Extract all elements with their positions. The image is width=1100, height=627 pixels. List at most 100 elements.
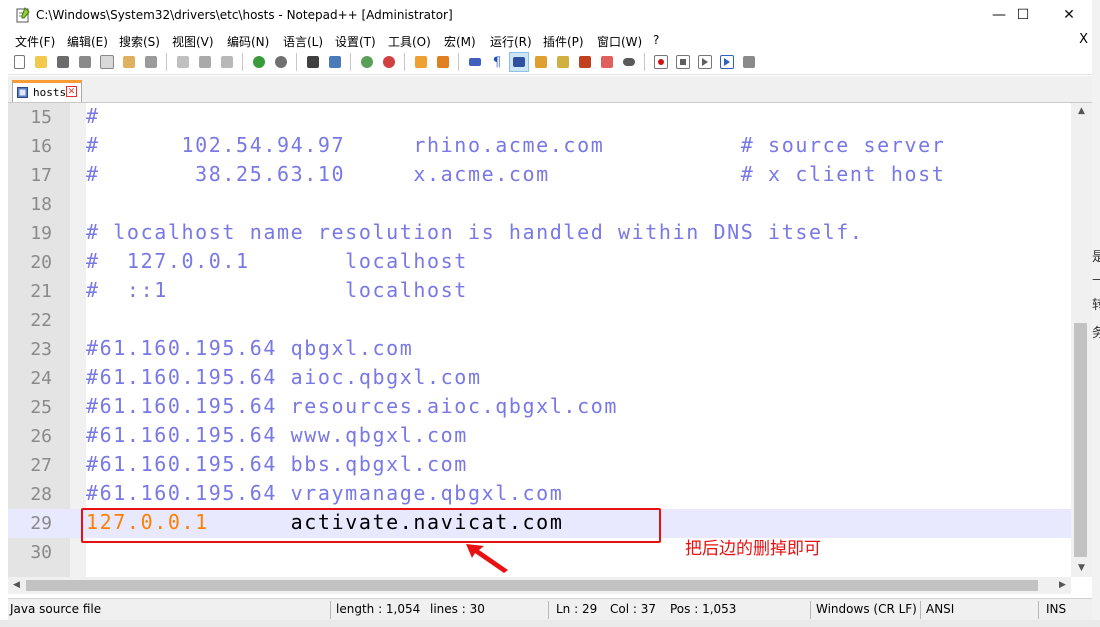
status-lines: lines : 30 [430, 602, 485, 616]
editor-line[interactable]: 26 #61.160.195.64 www.qbgxl.com [8, 422, 1071, 451]
close-document-button[interactable]: X [1079, 32, 1088, 47]
scroll-up-icon[interactable]: ▲ [1071, 103, 1092, 120]
toolbar-separator [296, 53, 297, 71]
zoom-out-icon[interactable] [380, 53, 398, 71]
menu-window[interactable]: 窗口(W) [597, 33, 642, 50]
tab-hosts[interactable]: hosts ✕ [12, 80, 82, 102]
line-number: 21 [30, 281, 52, 302]
save-macro-icon[interactable] [740, 53, 758, 71]
editor-line[interactable]: 28 #61.160.195.64 vraymanage.qbgxl.com [8, 480, 1071, 509]
print-icon[interactable] [142, 53, 160, 71]
redo-icon[interactable] [272, 53, 290, 71]
annotation-note: 把后边的删掉即可 [685, 539, 821, 559]
udl-icon[interactable] [532, 53, 550, 71]
line-number: 22 [30, 310, 52, 331]
line-text: #61.160.195.64 qbgxl.com [86, 336, 414, 360]
vertical-scroll-thumb[interactable] [1074, 323, 1087, 557]
editor-line[interactable]: 16 # 102.54.94.97 rhino.acme.com # source… [8, 132, 1071, 161]
menu-tools[interactable]: 工具(O) [388, 33, 431, 50]
toolbar-separator [458, 53, 459, 71]
replace-icon[interactable] [326, 53, 344, 71]
horizontal-scrollbar[interactable]: ◀ ▶ [8, 577, 1071, 594]
function-list-icon[interactable] [576, 53, 594, 71]
editor-area[interactable]: 15 #16 # 102.54.94.97 rhino.acme.com # sou… [8, 103, 1071, 577]
menu-encoding[interactable]: 编码(N) [227, 33, 269, 50]
new-icon[interactable] [10, 53, 28, 71]
run-macro-icon[interactable] [718, 53, 736, 71]
status-filetype: Java source file [10, 602, 102, 616]
line-number: 15 [30, 107, 52, 128]
save-icon[interactable] [54, 53, 72, 71]
line-number: 29 [30, 513, 52, 534]
scroll-left-icon[interactable]: ◀ [8, 577, 25, 594]
menu-view[interactable]: 视图(V) [172, 33, 214, 50]
editor-line[interactable]: 27 #61.160.195.64 bbs.qbgxl.com [8, 451, 1071, 480]
zoom-in-icon[interactable] [358, 53, 376, 71]
folder-workspace-icon[interactable] [598, 53, 616, 71]
maximize-button[interactable]: ☐ [1000, 0, 1046, 30]
menu-search[interactable]: 搜索(S) [119, 33, 160, 50]
menu-help[interactable]: ? [653, 33, 659, 47]
editor-line[interactable]: 23 #61.160.195.64 qbgxl.com [8, 335, 1071, 364]
menu-file[interactable]: 文件(F) [15, 33, 55, 50]
editor-line[interactable]: 20 # 127.0.0.1 localhost [8, 248, 1071, 277]
open-icon[interactable] [32, 53, 50, 71]
scroll-down-icon[interactable]: ▼ [1071, 560, 1092, 577]
editor-line[interactable]: 24 #61.160.195.64 aioc.qbgxl.com [8, 364, 1071, 393]
sync-h-icon[interactable] [434, 53, 452, 71]
scroll-right-icon[interactable]: ▶ [1054, 577, 1071, 594]
all-chars-icon[interactable]: ¶ [488, 53, 506, 71]
save-all-icon[interactable] [76, 53, 94, 71]
window-title: C:\Windows\System32\drivers\etc\hosts - … [36, 8, 453, 22]
line-number: 23 [30, 339, 52, 360]
copy-icon[interactable] [196, 53, 214, 71]
menu-language[interactable]: 语言(L) [283, 33, 323, 50]
editor-line[interactable]: 22 [8, 306, 1071, 335]
indent-guide-icon[interactable] [509, 52, 529, 72]
menu-edit[interactable]: 编辑(E) [67, 33, 108, 50]
find-icon[interactable] [304, 53, 322, 71]
toolbar-separator [404, 53, 405, 71]
menu-settings[interactable]: 设置(T) [335, 33, 376, 50]
editor-line[interactable]: 19 # localhost name resolution is handled… [8, 219, 1071, 248]
menu-plugins[interactable]: 插件(P) [543, 33, 584, 50]
editor-line[interactable]: 25 #61.160.195.64 resources.aioc.qbgxl.co… [8, 393, 1071, 422]
horizontal-scroll-thumb[interactable] [26, 580, 1038, 591]
close-icon[interactable] [98, 53, 116, 71]
monitor-icon[interactable] [620, 53, 638, 71]
background-window-strip [0, 620, 1100, 627]
line-number: 27 [30, 455, 52, 476]
tab-close-icon[interactable]: ✕ [66, 86, 77, 97]
menu-bar: 文件(F) 编辑(E) 搜索(S) 视图(V) 编码(N) 语言(L) 设置(T… [8, 30, 1092, 50]
close-button[interactable]: ✕ [1046, 0, 1092, 30]
line-text: # 102.54.94.97 rhino.acme.com # source s… [86, 133, 946, 157]
menu-run[interactable]: 运行(R) [490, 33, 532, 50]
paste-icon[interactable] [218, 53, 236, 71]
status-separator [330, 601, 331, 619]
line-text: #61.160.195.64 vraymanage.qbgxl.com [86, 481, 564, 505]
sync-v-icon[interactable] [412, 53, 430, 71]
close-all-icon[interactable] [120, 53, 138, 71]
editor-line[interactable]: 18 [8, 190, 1071, 219]
vertical-scrollbar[interactable]: ▲ ▼ [1071, 103, 1092, 577]
maximize-icon: ☐ [1016, 7, 1030, 23]
editor-line[interactable]: 15 # [8, 103, 1071, 132]
undo-icon[interactable] [250, 53, 268, 71]
line-number: 18 [30, 194, 52, 215]
editor-line[interactable]: 21 # ::1 localhost [8, 277, 1071, 306]
play-macro-icon[interactable] [696, 53, 714, 71]
line-number: 19 [30, 223, 52, 244]
line-number: 28 [30, 484, 52, 505]
toolbar-separator [644, 53, 645, 71]
tab-label: hosts [33, 86, 67, 99]
file-icon [17, 87, 28, 98]
cut-icon[interactable] [174, 53, 192, 71]
editor-line[interactable]: 17 # 38.25.63.10 x.acme.com # x client ho… [8, 161, 1071, 190]
record-macro-icon[interactable] [652, 53, 670, 71]
line-number: 25 [30, 397, 52, 418]
stop-macro-icon[interactable] [674, 53, 692, 71]
menu-macro[interactable]: 宏(M) [444, 33, 476, 50]
line-text: #61.160.195.64 resources.aioc.qbgxl.com [86, 394, 618, 418]
doc-map-icon[interactable] [554, 53, 572, 71]
wrap-icon[interactable] [466, 53, 484, 71]
